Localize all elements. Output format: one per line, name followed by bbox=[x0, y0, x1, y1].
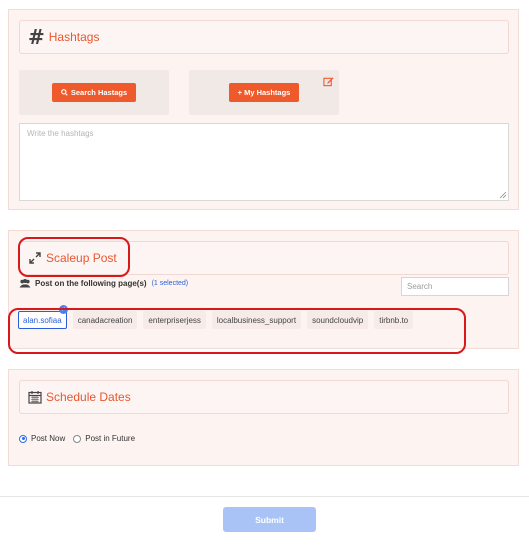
post-now-label: Post Now bbox=[31, 434, 66, 443]
selected-count[interactable]: (1 selected) bbox=[152, 280, 189, 287]
edit-icon[interactable] bbox=[323, 74, 334, 92]
footer-divider bbox=[0, 496, 529, 497]
submit-button[interactable]: Submit bbox=[223, 507, 316, 532]
hashtags-section: # Hashtags Search Hastags + My Hashtags bbox=[8, 9, 519, 210]
schedule-header: Schedule Dates bbox=[19, 380, 509, 414]
page-list-highlight bbox=[8, 308, 466, 354]
my-hashtags-box: + My Hashtags bbox=[189, 70, 339, 115]
schedule-title: Schedule Dates bbox=[46, 390, 131, 404]
search-hashtags-label: Search Hastags bbox=[70, 88, 128, 97]
hash-icon: # bbox=[28, 25, 45, 49]
post-on-row: Post on the following page(s) (1 selecte… bbox=[19, 279, 188, 288]
post-in-future-label: Post in Future bbox=[85, 434, 136, 443]
scaleup-title-highlight bbox=[18, 237, 130, 277]
search-hashtags-button[interactable]: Search Hastags bbox=[51, 83, 137, 102]
schedule-section: Schedule Dates Post Now Post in Future bbox=[8, 369, 519, 466]
search-icon bbox=[60, 89, 68, 96]
resize-grip-icon[interactable] bbox=[499, 191, 507, 199]
page-search-input[interactable] bbox=[401, 277, 509, 296]
scaleup-section: Scaleup Post Post on the following page(… bbox=[8, 230, 519, 354]
post-now-radio[interactable] bbox=[19, 434, 27, 443]
hashtags-header: # Hashtags bbox=[19, 20, 509, 54]
post-in-future-radio[interactable] bbox=[73, 434, 82, 443]
users-icon bbox=[19, 279, 31, 288]
post-on-label: Post on the following page(s) bbox=[35, 279, 147, 288]
search-hashtags-box: Search Hastags bbox=[19, 70, 169, 115]
hashtags-title: Hashtags bbox=[48, 30, 100, 44]
hashtags-textarea[interactable] bbox=[19, 123, 509, 201]
calendar-icon bbox=[28, 391, 42, 404]
my-hashtags-button[interactable]: + My Hashtags bbox=[228, 83, 300, 102]
schedule-options: Post Now Post in Future bbox=[19, 434, 135, 443]
